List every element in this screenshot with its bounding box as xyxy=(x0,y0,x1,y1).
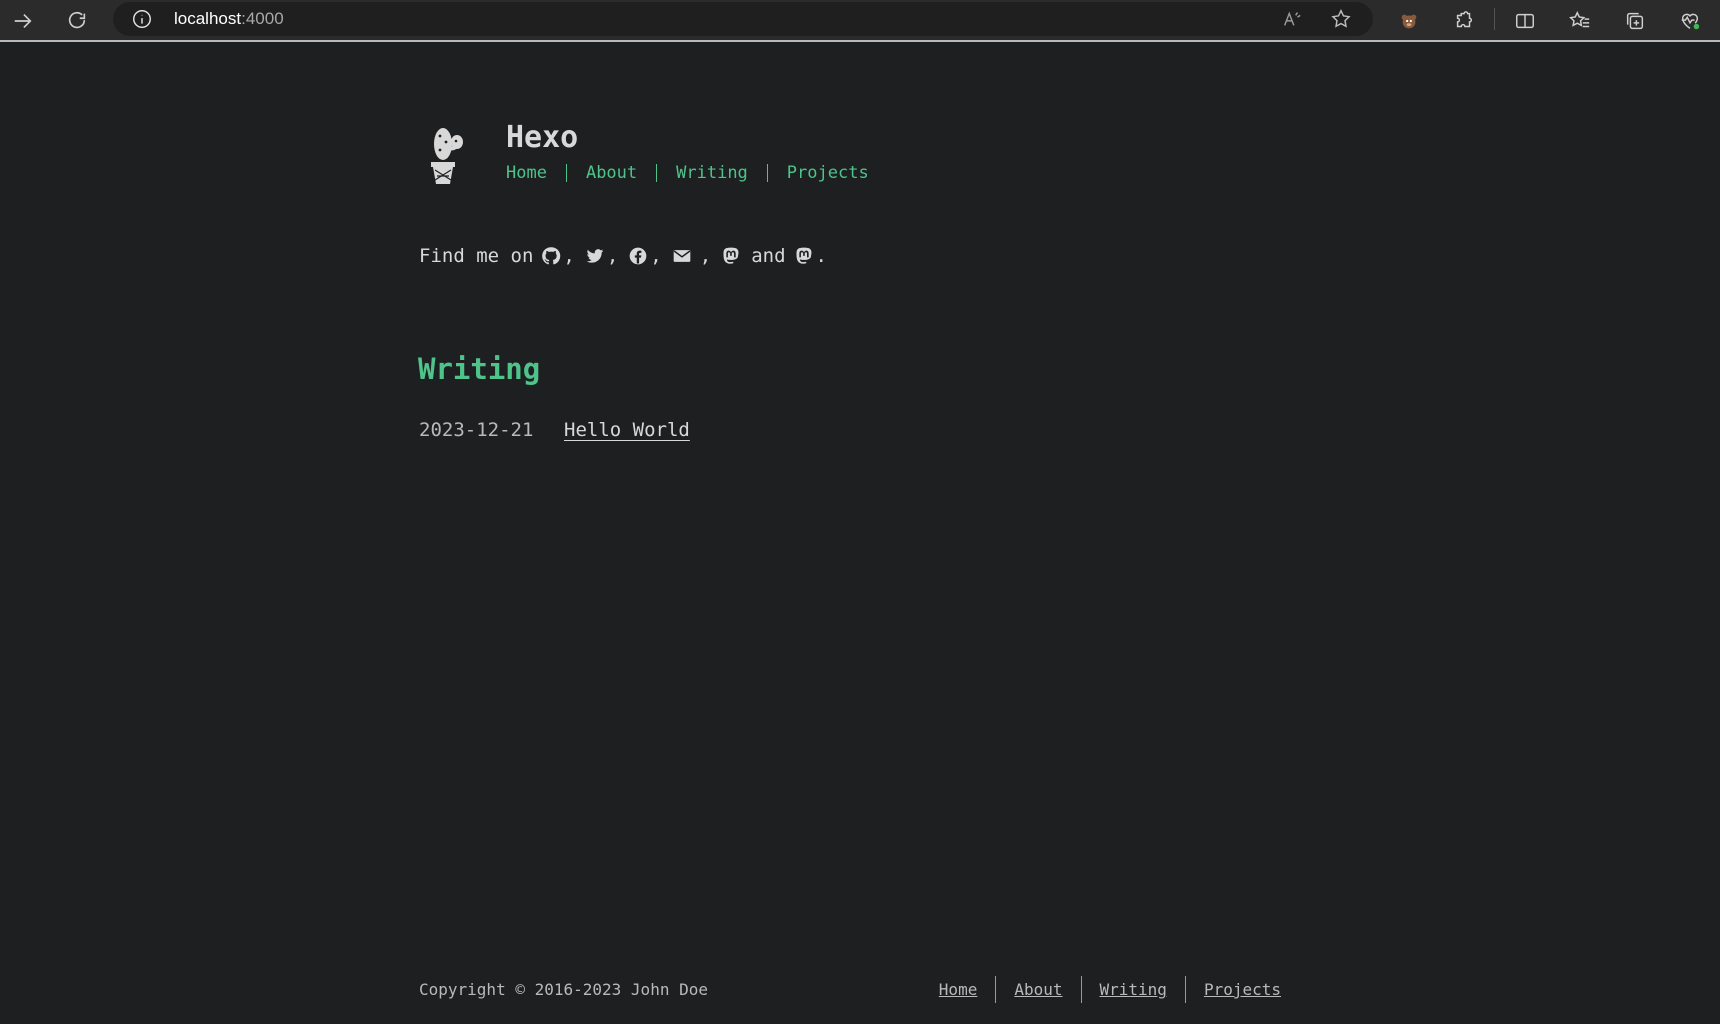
site-title[interactable]: Hexo xyxy=(506,120,578,155)
extensions-puzzle-icon[interactable] xyxy=(1449,6,1479,36)
github-icon[interactable] xyxy=(541,246,561,266)
comma: , xyxy=(606,245,619,267)
forward-arrow-icon[interactable] xyxy=(8,6,38,36)
nav-home[interactable]: Home xyxy=(506,164,566,182)
cactus-logo-icon[interactable] xyxy=(419,124,477,190)
writing-heading: Writing xyxy=(418,352,541,386)
footer-nav: Home About Writing Projects xyxy=(921,976,1299,1003)
and-text: and xyxy=(751,245,786,267)
toolbar-divider xyxy=(1494,8,1495,30)
split-screen-icon[interactable] xyxy=(1510,6,1540,36)
extension-avatar-icon[interactable] xyxy=(1394,6,1424,36)
post-title-link[interactable]: Hello World xyxy=(564,419,690,441)
post-date: 2023-12-21 xyxy=(419,419,534,441)
refresh-icon[interactable] xyxy=(62,6,92,36)
main-nav: Home About Writing Projects xyxy=(506,164,888,182)
period: . xyxy=(815,245,827,267)
url-text[interactable]: localhost:4000 xyxy=(174,9,284,29)
nav-projects[interactable]: Projects xyxy=(766,164,888,182)
post-list-item: 2023-12-21 Hello World xyxy=(419,419,690,441)
info-icon[interactable] xyxy=(131,8,153,30)
mail-icon[interactable] xyxy=(672,246,692,266)
comma: , xyxy=(699,245,712,267)
address-bar[interactable]: localhost:4000 xyxy=(113,2,1373,36)
nav-writing[interactable]: Writing xyxy=(656,164,767,182)
footer-nav-about[interactable]: About xyxy=(995,976,1080,1003)
mastodon-icon[interactable] xyxy=(794,246,814,266)
footer-nav-projects[interactable]: Projects xyxy=(1184,976,1299,1003)
browser-health-icon[interactable] xyxy=(1675,6,1705,36)
read-aloud-icon[interactable] xyxy=(1279,6,1305,32)
favorite-star-icon[interactable] xyxy=(1328,6,1354,32)
favorites-list-icon[interactable] xyxy=(1565,6,1595,36)
footer-nav-writing[interactable]: Writing xyxy=(1080,976,1185,1003)
copyright-text: Copyright © 2016-2023 John Doe xyxy=(419,980,708,999)
nav-about[interactable]: About xyxy=(565,164,656,182)
comma: , xyxy=(563,245,575,267)
site-footer: Copyright © 2016-2023 John Doe Home Abou… xyxy=(419,976,1299,1006)
collections-icon[interactable] xyxy=(1620,6,1650,36)
find-me-text: Find me on xyxy=(419,245,534,267)
comma: , xyxy=(650,245,662,267)
facebook-icon[interactable] xyxy=(628,246,648,266)
footer-nav-home[interactable]: Home xyxy=(921,976,996,1003)
browser-toolbar: localhost:4000 xyxy=(0,0,1720,42)
page-content: Hexo Home About Writing Projects Find me… xyxy=(0,42,1720,1024)
find-me-line: Find me on , , , , and . xyxy=(419,245,827,267)
mastodon-icon[interactable] xyxy=(721,246,741,266)
twitter-icon[interactable] xyxy=(585,246,605,266)
